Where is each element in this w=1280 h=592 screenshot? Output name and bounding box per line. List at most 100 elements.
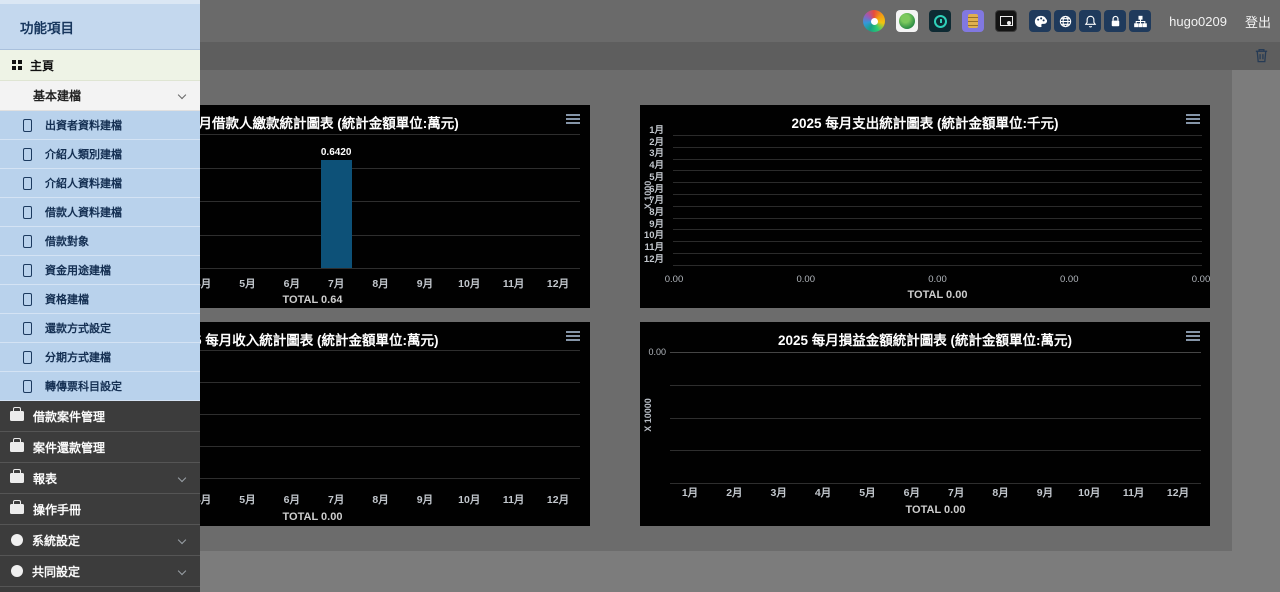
x-axis-tick-label: 6月 bbox=[284, 492, 300, 507]
y-axis-tick-label: 10月 bbox=[640, 231, 664, 241]
username-label: hugo0209 bbox=[1169, 14, 1227, 29]
chevron-down-icon bbox=[178, 536, 186, 544]
sidebar-item-label: 共同設定 bbox=[32, 563, 80, 580]
sidebar-subitem[interactable]: 資格建檔 bbox=[0, 285, 200, 314]
x-axis-tick-label: 9月 bbox=[417, 492, 433, 507]
sidebar-subitem[interactable]: 還款方式設定 bbox=[0, 314, 200, 343]
sidebar-subitem-label: 轉傳票科目設定 bbox=[45, 378, 122, 394]
gridline bbox=[673, 159, 1202, 160]
x-axis-tick-label: 9月 bbox=[417, 276, 433, 291]
sidebar-subitem[interactable]: 介紹人類別建檔 bbox=[0, 140, 200, 169]
gridline bbox=[673, 147, 1202, 148]
sidebar-group-basic-files[interactable]: 基本建檔 bbox=[0, 81, 200, 111]
sidebar-subitem[interactable]: 出資者資料建檔 bbox=[0, 111, 200, 140]
sidebar-subitem-label: 出資者資料建檔 bbox=[45, 117, 122, 133]
x-axis-tick-label: 2月 bbox=[726, 485, 742, 500]
pinwheel-logo-icon[interactable] bbox=[863, 10, 885, 32]
chart-menu-icon[interactable] bbox=[566, 114, 580, 126]
chart-monthly-profit-loss: 2025 每月損益金額統計圖表 (統計金額單位:萬元) 1月2月3月4月5月6月… bbox=[640, 322, 1210, 526]
sidebar-subitem-label: 還款方式設定 bbox=[45, 320, 111, 336]
gridline bbox=[670, 418, 1201, 419]
sidebar-item-case-repayment-management[interactable]: 案件還款管理 bbox=[0, 432, 200, 463]
sidebar-subitem-label: 資金用途建檔 bbox=[45, 262, 111, 278]
x-axis-tick-label: 5月 bbox=[239, 276, 255, 291]
sidebar-subitem-label: 借款人資料建檔 bbox=[45, 204, 122, 220]
chart-menu-icon[interactable] bbox=[566, 331, 580, 343]
x-axis-tick-label: 9月 bbox=[1037, 485, 1053, 500]
sidebar-subitem[interactable]: 轉傳票科目設定 bbox=[0, 372, 200, 401]
chart-menu-icon[interactable] bbox=[1186, 331, 1200, 343]
chart-menu-icon[interactable] bbox=[1186, 114, 1200, 126]
sidebar-subitem-label: 分期方式建檔 bbox=[45, 349, 111, 365]
sidebar-item-common-settings[interactable]: 共同設定 bbox=[0, 556, 200, 587]
x-axis-tick-label: 10月 bbox=[458, 492, 480, 507]
x-axis-tick-label: 1月 bbox=[682, 485, 698, 500]
gridline bbox=[673, 253, 1202, 254]
sidebar-subitem[interactable]: 介紹人資料建檔 bbox=[0, 169, 200, 198]
x-axis-tick-label: 12月 bbox=[1167, 485, 1189, 500]
logout-button[interactable]: 登出 bbox=[1245, 12, 1271, 31]
document-icon bbox=[23, 293, 32, 306]
x-axis-tick-label: 7月 bbox=[328, 276, 344, 291]
x-axis-tick-label: 7月 bbox=[948, 485, 964, 500]
gridline bbox=[670, 483, 1201, 484]
bar-value-label: 0.6420 bbox=[321, 147, 352, 158]
x-axis-tick-label: 0.00 bbox=[1060, 274, 1079, 285]
circle-icon bbox=[11, 534, 23, 546]
gridline bbox=[673, 218, 1202, 219]
x-axis-tick-label: 0.00 bbox=[1192, 274, 1211, 285]
x-axis-tick-label: 5月 bbox=[859, 485, 875, 500]
green-app-icon[interactable] bbox=[896, 10, 918, 32]
chevron-down-icon bbox=[178, 567, 186, 575]
sidebar-subitem[interactable]: 借款人資料建檔 bbox=[0, 198, 200, 227]
sidebar-item-manual[interactable]: 操作手冊 bbox=[0, 494, 200, 525]
chart-title: 2025 每月支出統計圖表 (統計金額單位:千元) bbox=[640, 112, 1210, 132]
document-icon bbox=[23, 322, 32, 335]
gridline bbox=[673, 194, 1202, 195]
chart-total: TOTAL 0.00 bbox=[673, 289, 1202, 301]
sidebar-subitem[interactable]: 資金用途建檔 bbox=[0, 256, 200, 285]
y-axis-tick-label: 12月 bbox=[640, 255, 664, 265]
gridline bbox=[673, 135, 1202, 136]
sidebar-item-home[interactable]: 主頁 bbox=[0, 50, 200, 81]
x-axis-tick-label: 0.00 bbox=[928, 274, 947, 285]
briefcase-icon bbox=[10, 504, 24, 514]
gridline bbox=[673, 206, 1202, 207]
x-axis-tick-label: 10月 bbox=[458, 276, 480, 291]
gridline bbox=[673, 241, 1202, 242]
sidebar-subitem-label: 介紹人資料建檔 bbox=[45, 175, 122, 191]
presentation-board-icon[interactable] bbox=[995, 10, 1017, 32]
sidebar-item-reports[interactable]: 報表 bbox=[0, 463, 200, 494]
sidebar-basic-items: 出資者資料建檔介紹人類別建檔介紹人資料建檔借款人資料建檔借款對象資金用途建檔資格… bbox=[0, 111, 200, 401]
globe-icon[interactable] bbox=[1054, 10, 1076, 32]
circle-icon bbox=[11, 565, 23, 577]
sidebar-subitem-label: 資格建檔 bbox=[45, 291, 89, 307]
x-axis-tick-label: 0.00 bbox=[665, 274, 684, 285]
sidebar-group-label: 基本建檔 bbox=[33, 87, 81, 104]
bar bbox=[321, 160, 352, 268]
gridline bbox=[673, 182, 1202, 183]
palette-icon[interactable] bbox=[1029, 10, 1051, 32]
y-axis-tick-label: 11月 bbox=[640, 243, 664, 253]
clock-icon[interactable] bbox=[929, 10, 951, 32]
gridline bbox=[670, 450, 1201, 451]
sidebar-item-system-settings[interactable]: 系統設定 bbox=[0, 525, 200, 556]
lock-icon[interactable] bbox=[1104, 10, 1126, 32]
document-icon bbox=[23, 351, 32, 364]
briefcase-icon bbox=[10, 473, 24, 483]
sidebar-subitem[interactable]: 分期方式建檔 bbox=[0, 343, 200, 372]
sitemap-icon[interactable] bbox=[1129, 10, 1151, 32]
bell-icon[interactable] bbox=[1079, 10, 1101, 32]
x-axis-tick-label: 6月 bbox=[284, 276, 300, 291]
gridline bbox=[673, 229, 1202, 230]
trash-icon[interactable] bbox=[1253, 47, 1270, 64]
x-axis-tick-label: 8月 bbox=[372, 492, 388, 507]
sidebar-item-loan-case-management[interactable]: 借款案件管理 bbox=[0, 401, 200, 432]
briefcase-icon bbox=[10, 411, 24, 421]
x-axis-tick-label: 10月 bbox=[1078, 485, 1100, 500]
chart-title: 2025 每月損益金額統計圖表 (統計金額單位:萬元) bbox=[640, 329, 1210, 349]
sidebar-subitem[interactable]: 借款對象 bbox=[0, 227, 200, 256]
document-icon bbox=[23, 148, 32, 161]
x-axis-tick-label: 12月 bbox=[547, 276, 569, 291]
scroll-icon[interactable] bbox=[962, 10, 984, 32]
